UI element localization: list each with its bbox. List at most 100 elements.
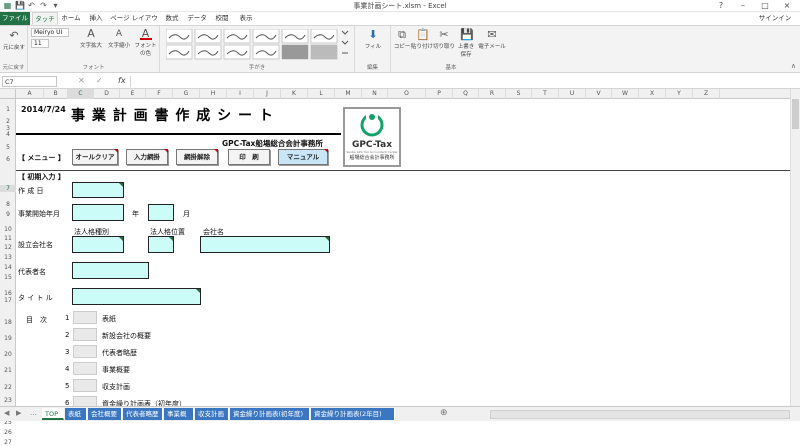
pen-gallery-icon[interactable] — [165, 28, 350, 61]
minimize-button[interactable]: – — [732, 0, 754, 12]
toc-jump-button[interactable] — [73, 396, 97, 406]
insert-function-icon[interactable]: fx — [118, 76, 126, 85]
column-header[interactable]: K — [281, 89, 308, 99]
sheet-tab[interactable]: 収支計画 — [195, 408, 229, 420]
row-header[interactable]: 10 — [0, 226, 16, 233]
close-button[interactable]: × — [776, 0, 798, 12]
toc-jump-button[interactable] — [73, 362, 97, 375]
toc-jump-button[interactable] — [73, 311, 97, 324]
column-header[interactable]: U — [559, 89, 586, 99]
doc-title-input[interactable] — [72, 288, 201, 305]
sheet-tab[interactable]: 資金繰り計画表(初年度) — [230, 408, 310, 420]
tab-view[interactable]: 表示 — [236, 12, 256, 25]
input-shade-button[interactable]: 入力網掛 — [126, 149, 168, 165]
next-sheet-icon[interactable]: ▶ — [16, 409, 21, 417]
row-header[interactable]: 16 — [0, 290, 16, 297]
column-header[interactable]: Q — [453, 89, 479, 99]
tab-touch[interactable]: タッチ — [32, 12, 58, 25]
row-header[interactable]: 7 — [0, 185, 16, 192]
tab-insert[interactable]: 挿入 — [86, 12, 106, 25]
tab-review[interactable]: 校閲 — [212, 12, 232, 25]
column-header[interactable]: P — [426, 89, 453, 99]
cancel-icon[interactable]: ✕ — [78, 76, 85, 85]
vertical-scrollbar[interactable] — [790, 89, 800, 406]
clear-all-button[interactable]: オールクリア — [72, 149, 118, 165]
column-header[interactable]: S — [506, 89, 532, 99]
toc-jump-button[interactable] — [73, 345, 97, 358]
row-header[interactable]: 27 — [0, 439, 16, 446]
column-header[interactable]: J — [254, 89, 281, 99]
toc-jump-button[interactable] — [73, 379, 97, 392]
tab-formulas[interactable]: 数式 — [162, 12, 182, 25]
undo-button[interactable]: ↶ 元に戻す — [2, 30, 26, 52]
column-header[interactable]: F — [146, 89, 173, 99]
font-size-select[interactable]: 11 — [31, 39, 49, 48]
row-header[interactable]: 22 — [0, 384, 16, 391]
column-header[interactable]: O — [388, 89, 426, 99]
column-header[interactable]: L — [308, 89, 335, 99]
horizontal-scrollbar[interactable] — [490, 410, 790, 419]
enter-icon[interactable]: ✓ — [96, 76, 103, 85]
shade-release-button[interactable]: 網掛解除 — [176, 149, 218, 165]
column-header[interactable]: Y — [666, 89, 693, 99]
row-header[interactable]: 11 — [0, 235, 16, 242]
entity-position-input[interactable] — [148, 236, 174, 253]
row-header[interactable]: 1 — [0, 106, 16, 113]
maximize-button[interactable]: □ — [754, 0, 776, 12]
column-header[interactable]: H — [200, 89, 227, 99]
column-header[interactable]: W — [612, 89, 639, 99]
column-header[interactable]: C — [68, 89, 94, 99]
column-header[interactable]: A — [16, 89, 44, 99]
entity-type-input[interactable] — [72, 236, 124, 253]
row-header[interactable]: 17 — [0, 297, 16, 304]
name-box[interactable]: C7 — [2, 76, 57, 87]
sign-in-link[interactable]: サインイン — [752, 12, 798, 25]
row-header[interactable]: 12 — [0, 244, 16, 251]
print-button[interactable]: 印 刷 — [228, 149, 270, 165]
row-header[interactable]: 23 — [0, 397, 16, 404]
column-header[interactable]: Z — [693, 89, 720, 99]
sheet-tab[interactable]: 会社概要 — [88, 408, 122, 420]
shrink-font-button[interactable]: A 文字縮小 — [106, 28, 132, 49]
collapse-ribbon-icon[interactable]: ∧ — [791, 62, 796, 70]
created-date-input[interactable] — [72, 182, 124, 198]
fill-button[interactable]: ⬇ フィル — [360, 29, 386, 51]
row-header[interactable]: 21 — [0, 367, 16, 374]
row-header[interactable]: 20 — [0, 351, 16, 358]
row-header[interactable]: 18 — [0, 319, 16, 326]
row-header[interactable]: 8 — [0, 201, 16, 208]
font-color-button[interactable]: A フォントの色 — [132, 28, 159, 58]
tab-data[interactable]: データ — [186, 12, 208, 25]
column-header[interactable]: B — [44, 89, 68, 99]
sheet-tab[interactable]: 代表者略歴 — [123, 408, 163, 420]
row-header[interactable]: 9 — [0, 211, 16, 218]
row-header[interactable]: 14 — [0, 264, 16, 271]
help-button[interactable]: ? — [710, 0, 732, 12]
toc-jump-button[interactable] — [73, 328, 97, 341]
tab-home[interactable]: ホーム — [60, 12, 82, 25]
prev-sheet-icon[interactable]: ◀ — [4, 409, 9, 417]
start-year-input[interactable] — [72, 204, 124, 221]
select-all-button[interactable] — [0, 89, 16, 99]
sheet-tab[interactable]: 表紙 — [65, 408, 87, 420]
column-header[interactable]: T — [532, 89, 559, 99]
sheet-tab[interactable]: TOP — [42, 408, 64, 420]
sheet-tab[interactable]: 資金繰り計画表(2年目) — [311, 408, 395, 420]
more-sheets-icon[interactable]: … — [30, 409, 37, 417]
add-sheet-icon[interactable]: ⊕ — [440, 408, 448, 418]
column-header[interactable]: V — [586, 89, 612, 99]
cut-button[interactable]: ✂ 切り取り — [433, 29, 455, 51]
row-header[interactable]: 19 — [0, 335, 16, 342]
row-header[interactable]: 26 — [0, 429, 16, 436]
row-header[interactable]: 2 — [0, 118, 16, 125]
row-header[interactable]: 15 — [0, 274, 16, 281]
row-header[interactable]: 4 — [0, 131, 16, 138]
row-header[interactable]: 13 — [0, 254, 16, 261]
company-name-input[interactable] — [200, 236, 330, 253]
scroll-thumb[interactable] — [792, 99, 799, 129]
save-button[interactable]: 💾 上書き 保存 — [456, 29, 476, 59]
start-month-input[interactable] — [148, 204, 174, 221]
column-header[interactable]: I — [227, 89, 254, 99]
tab-file[interactable]: ファイル — [0, 12, 30, 25]
column-header[interactable]: N — [362, 89, 388, 99]
